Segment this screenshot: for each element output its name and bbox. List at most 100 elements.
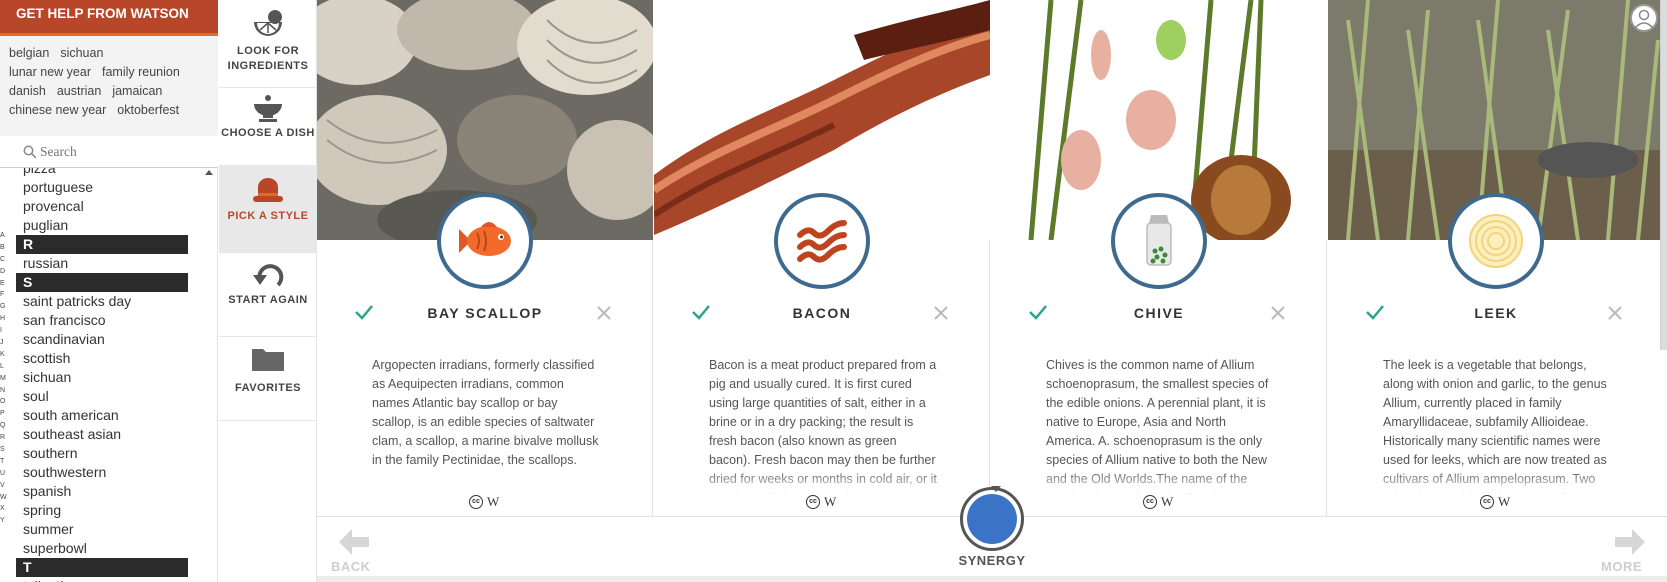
- credits-links[interactable]: cc W: [469, 494, 509, 510]
- synergy-button[interactable]: [960, 486, 1024, 551]
- more-label: MORE: [1601, 559, 1642, 574]
- creative-commons-icon[interactable]: cc: [1143, 495, 1157, 509]
- close-icon[interactable]: [597, 306, 611, 320]
- list-item[interactable]: southwestern: [0, 463, 218, 482]
- close-icon[interactable]: [934, 306, 948, 320]
- creative-commons-icon[interactable]: cc: [1480, 495, 1494, 509]
- close-icon[interactable]: [1271, 306, 1285, 320]
- alpha-letter[interactable]: Y: [0, 515, 10, 527]
- nav-start-again[interactable]: START AGAIN: [219, 249, 317, 337]
- alpha-letter[interactable]: O: [0, 396, 10, 408]
- alpha-letter[interactable]: V: [0, 480, 10, 492]
- search-box[interactable]: [0, 136, 218, 168]
- more-button[interactable]: MORE: [1593, 523, 1653, 575]
- quick-tag[interactable]: danish: [9, 84, 46, 98]
- alpha-letter[interactable]: L: [0, 361, 10, 373]
- wikipedia-icon[interactable]: W: [1498, 494, 1510, 509]
- chive-badge: [1111, 193, 1207, 289]
- alpha-letter[interactable]: C: [0, 254, 10, 266]
- bottom-bar: BACK SYNERGY MORE: [317, 486, 1667, 582]
- list-item[interactable]: puglian: [0, 216, 218, 235]
- list-item[interactable]: southern: [0, 444, 218, 463]
- alpha-letter[interactable]: S: [0, 444, 10, 456]
- quick-tag[interactable]: family reunion: [102, 65, 180, 79]
- list-item[interactable]: pizza: [0, 168, 218, 178]
- nav-look-for-ingredients[interactable]: LOOK FOR INGREDIENTS: [219, 0, 317, 88]
- list-item[interactable]: spring: [0, 501, 218, 520]
- alpha-letter[interactable]: B: [0, 242, 10, 254]
- check-icon[interactable]: [690, 303, 712, 321]
- user-avatar-icon[interactable]: [1630, 4, 1658, 32]
- list-item[interactable]: scandinavian: [0, 330, 218, 349]
- wikipedia-icon[interactable]: W: [1161, 494, 1173, 509]
- alpha-letter[interactable]: F: [0, 289, 10, 301]
- page-scrollbar[interactable]: [1660, 0, 1667, 350]
- quick-tag[interactable]: austrian: [57, 84, 101, 98]
- quick-tags: belgian sichuan lunar new year family reuni…: [0, 36, 218, 136]
- alpha-letter[interactable]: T: [0, 456, 10, 468]
- list-item[interactable]: southeast asian: [0, 425, 218, 444]
- list-item[interactable]: tailgating: [0, 577, 218, 582]
- creative-commons-icon[interactable]: cc: [469, 495, 483, 509]
- alpha-letter[interactable]: D: [0, 266, 10, 278]
- bay-scallop-badge: [437, 193, 533, 289]
- quick-tag[interactable]: sichuan: [60, 46, 103, 60]
- alpha-letter[interactable]: U: [0, 468, 10, 480]
- alpha-letter[interactable]: G: [0, 301, 10, 313]
- nav-choose-a-dish[interactable]: CHOOSE A DISH: [219, 82, 317, 170]
- quick-tag[interactable]: oktoberfest: [117, 103, 179, 117]
- bacon-badge: [774, 193, 870, 289]
- list-item[interactable]: russian: [0, 254, 218, 273]
- get-help-from-watson-button[interactable]: GET HELP FROM WATSON: [0, 0, 218, 36]
- creative-commons-icon[interactable]: cc: [806, 495, 820, 509]
- list-item[interactable]: saint patricks day: [0, 292, 218, 311]
- wikipedia-icon[interactable]: W: [824, 494, 836, 509]
- alpha-letter[interactable]: H: [0, 313, 10, 325]
- bowl-icon: [254, 95, 282, 122]
- alpha-letter[interactable]: M: [0, 373, 10, 385]
- nav-pick-a-style[interactable]: PICK A STYLE: [219, 165, 317, 253]
- list-item[interactable]: spanish: [0, 482, 218, 501]
- nav-favorites[interactable]: FAVORITES: [219, 333, 317, 421]
- search-input[interactable]: [40, 142, 210, 162]
- alpha-letter[interactable]: I: [0, 325, 10, 337]
- close-icon[interactable]: [1608, 306, 1622, 320]
- alpha-letter[interactable]: J: [0, 337, 10, 349]
- arrow-left-icon: [339, 529, 369, 555]
- check-icon[interactable]: [1027, 303, 1049, 321]
- check-icon[interactable]: [1364, 303, 1386, 321]
- alpha-letter[interactable]: W: [0, 492, 10, 504]
- list-item[interactable]: superbowl: [0, 539, 218, 558]
- alpha-letter[interactable]: P: [0, 408, 10, 420]
- nav-label-favorites: FAVORITES: [234, 382, 302, 394]
- alpha-letter[interactable]: E: [0, 278, 10, 290]
- alpha-letter[interactable]: X: [0, 503, 10, 515]
- list-item[interactable]: san francisco: [0, 311, 218, 330]
- list-item[interactable]: provencal: [0, 197, 218, 216]
- scroll-up-arrow[interactable]: [205, 170, 213, 175]
- alpha-letter[interactable]: A: [0, 230, 10, 242]
- list-item[interactable]: summer: [0, 520, 218, 539]
- credits-links[interactable]: cc W: [806, 494, 846, 510]
- quick-tag[interactable]: belgian: [9, 46, 49, 60]
- alpha-letter[interactable]: Q: [0, 420, 10, 432]
- list-section-header: S: [16, 273, 188, 292]
- quick-tag[interactable]: jamaican: [112, 84, 162, 98]
- check-icon[interactable]: [353, 303, 375, 321]
- list-item[interactable]: portuguese: [0, 178, 218, 197]
- credits-links[interactable]: cc W: [1480, 494, 1520, 510]
- list-item[interactable]: sichuan: [0, 368, 218, 387]
- list-item[interactable]: south american: [0, 406, 218, 425]
- list-section-header: T: [16, 558, 188, 577]
- alpha-letter[interactable]: K: [0, 349, 10, 361]
- undo-icon: [253, 264, 284, 287]
- back-button[interactable]: BACK: [329, 523, 379, 575]
- alpha-letter[interactable]: N: [0, 385, 10, 397]
- quick-tag[interactable]: chinese new year: [9, 103, 106, 117]
- credits-links[interactable]: cc W: [1143, 494, 1183, 510]
- alpha-letter[interactable]: R: [0, 432, 10, 444]
- list-item[interactable]: scottish: [0, 349, 218, 368]
- quick-tag[interactable]: lunar new year: [9, 65, 91, 79]
- list-item[interactable]: soul: [0, 387, 218, 406]
- wikipedia-icon[interactable]: W: [487, 494, 499, 509]
